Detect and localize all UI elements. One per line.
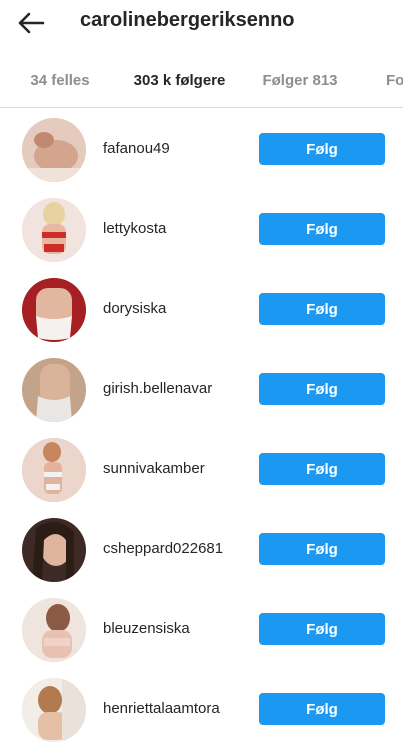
follow-button[interactable]: Følg: [259, 293, 385, 325]
tab-followers-label: 303 k følgere: [133, 72, 226, 89]
username[interactable]: girish.bellenavar: [103, 380, 212, 397]
list-item[interactable]: csheppard022681 Følg: [0, 510, 403, 590]
tab-following[interactable]: Følger 813: [260, 60, 340, 107]
follow-button[interactable]: Følg: [259, 613, 385, 645]
tab-bar: 34 felles 303 k følgere Følger 813 Fo: [0, 60, 403, 108]
list-item[interactable]: girish.bellenavar Følg: [0, 350, 403, 430]
username[interactable]: sunnivakamber: [103, 460, 205, 477]
back-button[interactable]: [14, 8, 48, 38]
username[interactable]: csheppard022681: [103, 540, 223, 557]
avatar[interactable]: [22, 358, 86, 422]
username[interactable]: bleuzensiska: [103, 620, 190, 637]
follow-button[interactable]: Følg: [259, 533, 385, 565]
active-tab-indicator: [119, 107, 240, 108]
arrow-left-icon: [18, 12, 45, 34]
username[interactable]: fafanou49: [103, 140, 170, 157]
list-item[interactable]: henriettalaamtora Følg: [0, 670, 403, 750]
avatar[interactable]: [22, 518, 86, 582]
list-item[interactable]: lettykosta Følg: [0, 190, 403, 270]
page-title: carolinebergeriksenno: [80, 9, 295, 31]
follow-button[interactable]: Følg: [259, 133, 385, 165]
list-item[interactable]: bleuzensiska Følg: [0, 590, 403, 670]
tab-followers[interactable]: 303 k følgere: [119, 60, 240, 108]
follow-button[interactable]: Følg: [259, 373, 385, 405]
follow-button[interactable]: Følg: [259, 693, 385, 725]
username[interactable]: lettykosta: [103, 220, 166, 237]
avatar[interactable]: [22, 118, 86, 182]
tab-mutual[interactable]: 34 felles: [22, 60, 98, 107]
username[interactable]: dorysiska: [103, 300, 166, 317]
list-item[interactable]: fafanou49 Følg: [0, 110, 403, 190]
avatar[interactable]: [22, 678, 86, 742]
username[interactable]: henriettalaamtora: [103, 700, 220, 717]
follow-button[interactable]: Følg: [259, 213, 385, 245]
list-item[interactable]: sunnivakamber Følg: [0, 430, 403, 510]
avatar[interactable]: [22, 438, 86, 502]
avatar[interactable]: [22, 598, 86, 662]
avatar[interactable]: [22, 198, 86, 262]
list-item[interactable]: dorysiska Følg: [0, 270, 403, 350]
avatar[interactable]: [22, 278, 86, 342]
top-bar: carolinebergeriksenno: [0, 0, 403, 46]
follow-button[interactable]: Følg: [259, 453, 385, 485]
tab-more[interactable]: Fo: [386, 60, 403, 107]
